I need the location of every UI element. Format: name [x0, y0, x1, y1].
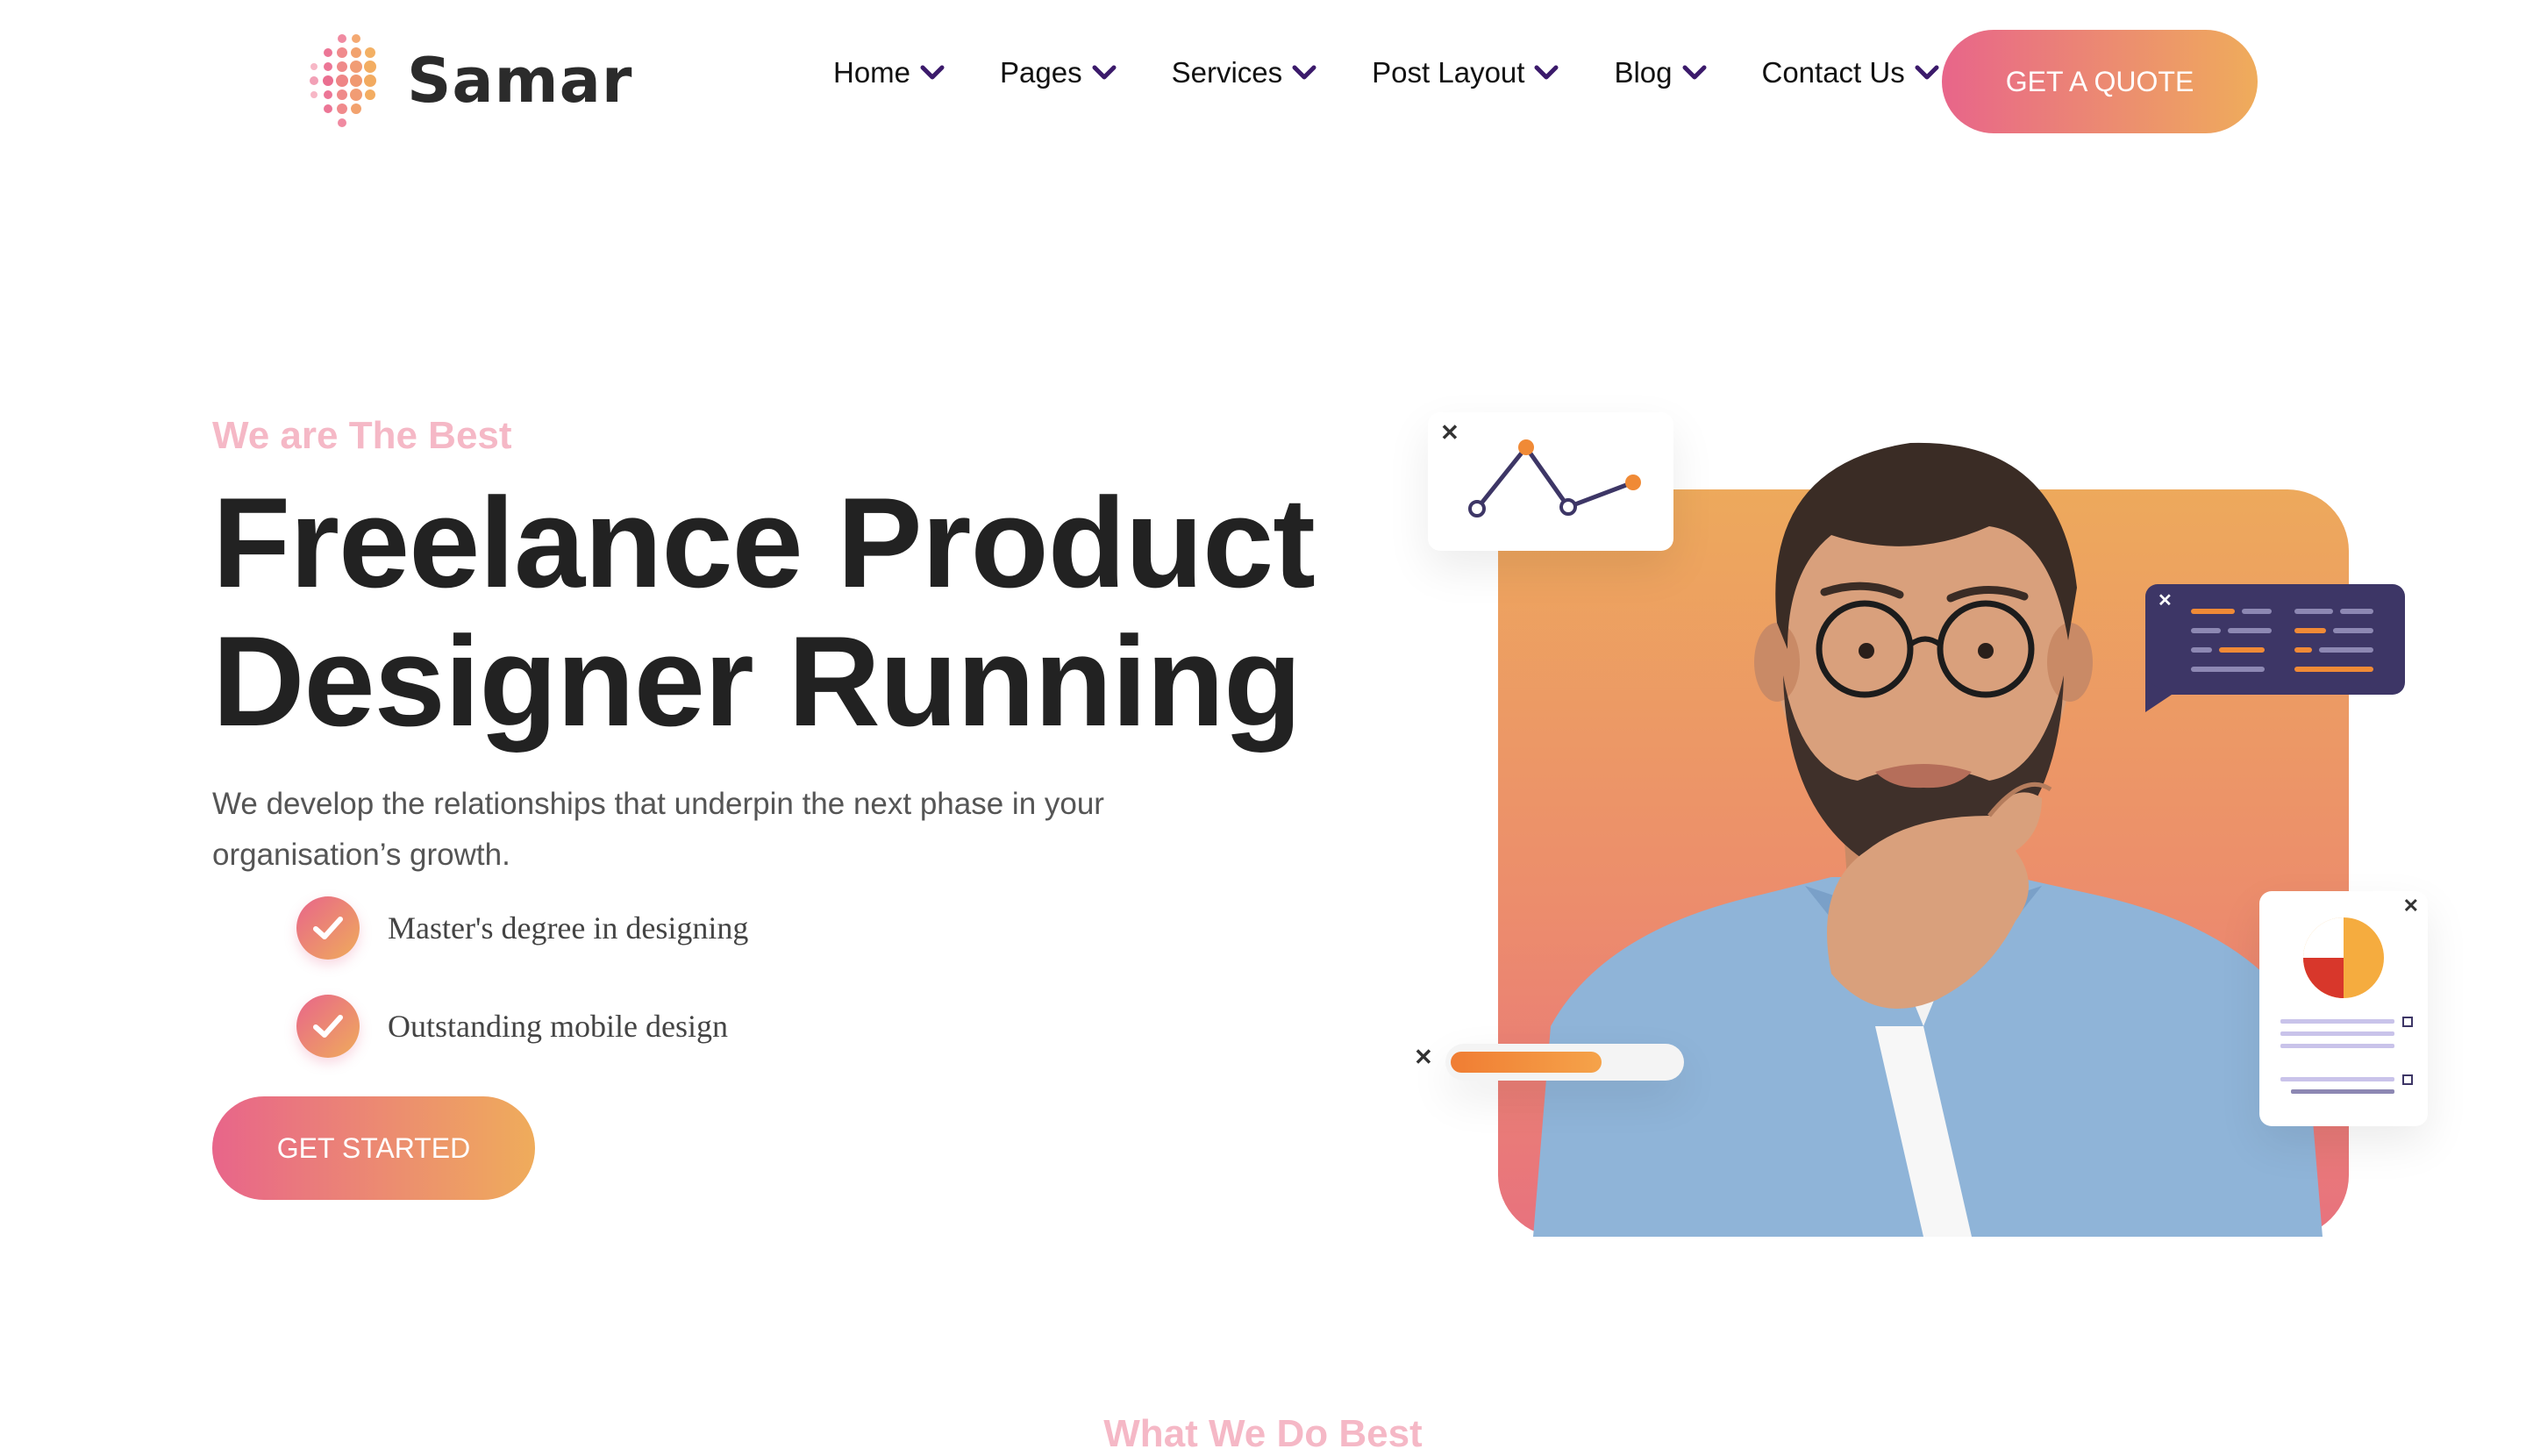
nav-item-contact-us[interactable]: Contact Us — [1762, 56, 1940, 89]
nav-item-pages[interactable]: Pages — [1000, 56, 1117, 89]
hero-description: We develop the relationships that underp… — [212, 787, 1104, 872]
nav-item-home[interactable]: Home — [833, 56, 945, 89]
chevron-down-icon — [920, 65, 945, 80]
chevron-down-icon — [1292, 65, 1317, 80]
message-widget: ✕ — [2145, 584, 2405, 712]
nav-item-label: Pages — [1000, 56, 1082, 89]
nav-item-services[interactable]: Services — [1172, 56, 1318, 89]
check-icon — [296, 995, 360, 1058]
nav-item-blog[interactable]: Blog — [1614, 56, 1707, 89]
nav-item-label: Home — [833, 56, 911, 89]
pie-chart-icon — [2280, 917, 2413, 1094]
hero-title-line-2: Designer Running — [212, 610, 1302, 753]
get-started-button[interactable]: GET STARTED — [212, 1096, 535, 1200]
logo[interactable]: Samar — [303, 30, 632, 132]
main-nav: Home Pages Services Post Layout Blog Con… — [833, 56, 1940, 89]
hero-checklist: Master's degree in designing Outstanding… — [296, 896, 748, 1093]
chevron-down-icon — [1534, 65, 1559, 80]
chevron-down-icon — [1682, 65, 1706, 80]
logo-dots-icon — [303, 30, 396, 132]
close-icon[interactable]: ✕ — [1440, 419, 1459, 446]
progress-bar-widget — [1445, 1044, 1684, 1081]
list-item: Master's degree in designing — [296, 896, 748, 960]
text-lines-icon — [2145, 609, 2373, 712]
hero-tagline: We are The Best — [212, 414, 512, 457]
list-item: Outstanding mobile design — [296, 995, 748, 1058]
checklist-text: Master's degree in designing — [388, 910, 749, 946]
nav-item-post-layout[interactable]: Post Layout — [1372, 56, 1559, 89]
hero-title-line-1: Freelance Product — [212, 471, 1316, 614]
nav-item-label: Services — [1171, 56, 1283, 89]
brand-name: Samar — [407, 45, 633, 117]
checklist-text: Outstanding mobile design — [388, 1009, 728, 1044]
close-icon[interactable]: ✕ — [1414, 1044, 1433, 1071]
chevron-down-icon — [1915, 65, 1939, 80]
section-title-what-we-do-best: What We Do Best — [1103, 1412, 1423, 1455]
hero-title: Freelance Product Designer Running — [212, 474, 1352, 751]
pie-chart-widget: ✕ — [2259, 891, 2428, 1126]
get-a-quote-button[interactable]: GET A QUOTE — [1942, 30, 2258, 133]
nav-item-label: Contact Us — [1761, 56, 1905, 89]
close-icon[interactable]: ✕ — [2403, 895, 2419, 917]
line-chart-icon — [1468, 439, 1641, 517]
nav-item-label: Post Layout — [1372, 56, 1525, 89]
nav-item-label: Blog — [1614, 56, 1673, 89]
line-chart-widget: ✕ — [1428, 412, 1673, 551]
check-icon — [296, 896, 360, 960]
progress-bar-fill — [1451, 1052, 1602, 1073]
chevron-down-icon — [1092, 65, 1117, 80]
